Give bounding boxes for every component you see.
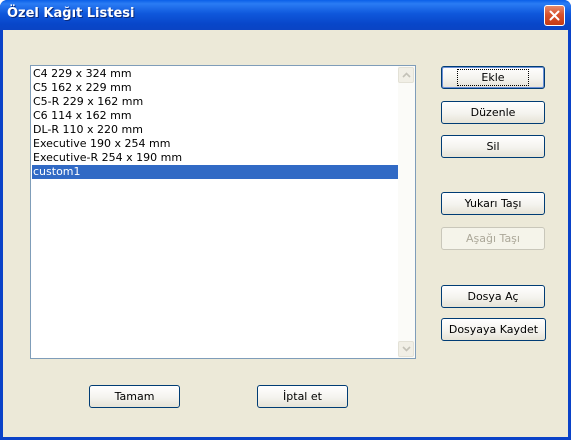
scroll-up-button[interactable]: [398, 67, 414, 83]
list-item[interactable]: Executive 190 x 254 mm: [32, 137, 398, 151]
move-up-button[interactable]: Yukarı Taşı: [441, 192, 545, 215]
window-title: Özel Kağıt Listesi: [7, 6, 135, 21]
ok-button-label: Tamam: [114, 390, 155, 403]
open-file-button-label: Dosya Aç: [467, 290, 519, 303]
list-item[interactable]: C6 114 x 162 mm: [32, 109, 398, 123]
add-button-label: Ekle: [457, 69, 529, 86]
paper-list-items: C4 229 x 324 mm C5 162 x 229 mm C5-R 229…: [32, 67, 398, 179]
list-item-selected[interactable]: custom1: [32, 165, 398, 179]
list-item[interactable]: C4 229 x 324 mm: [32, 67, 398, 81]
list-item[interactable]: DL-R 110 x 220 mm: [32, 123, 398, 137]
close-button[interactable]: [544, 5, 565, 26]
save-file-button[interactable]: Dosyaya Kaydet: [441, 318, 546, 341]
list-item[interactable]: C5 162 x 229 mm: [32, 81, 398, 95]
edit-button[interactable]: Düzenle: [441, 101, 545, 124]
paper-list[interactable]: C4 229 x 324 mm C5 162 x 229 mm C5-R 229…: [30, 65, 416, 359]
title-bar[interactable]: Özel Kağıt Listesi: [0, 0, 571, 30]
list-item[interactable]: Executive-R 254 x 190 mm: [32, 151, 398, 165]
move-up-button-label: Yukarı Taşı: [464, 197, 522, 210]
dialog-client-area: C4 229 x 324 mm C5 162 x 229 mm C5-R 229…: [3, 30, 568, 437]
ok-button[interactable]: Tamam: [89, 385, 180, 408]
edit-button-label: Düzenle: [470, 106, 516, 119]
open-file-button[interactable]: Dosya Aç: [441, 285, 545, 308]
scroll-down-button[interactable]: [398, 341, 414, 357]
delete-button[interactable]: Sil: [441, 135, 545, 158]
close-icon: [549, 10, 560, 21]
cancel-button[interactable]: İptal et: [257, 385, 348, 408]
chevron-down-icon: [402, 346, 411, 352]
move-down-button-label: Aşağı Taşı: [466, 232, 520, 245]
save-file-button-label: Dosyaya Kaydet: [448, 323, 539, 336]
move-down-button[interactable]: Aşağı Taşı: [441, 227, 545, 250]
vertical-scrollbar[interactable]: [398, 66, 415, 358]
add-button[interactable]: Ekle: [441, 66, 545, 89]
cancel-button-label: İptal et: [283, 390, 322, 403]
delete-button-label: Sil: [486, 140, 500, 153]
dialog-window: Özel Kağıt Listesi C4 229 x 324 mm C5 16…: [0, 0, 571, 440]
list-item[interactable]: C5-R 229 x 162 mm: [32, 95, 398, 109]
chevron-up-icon: [402, 72, 411, 78]
